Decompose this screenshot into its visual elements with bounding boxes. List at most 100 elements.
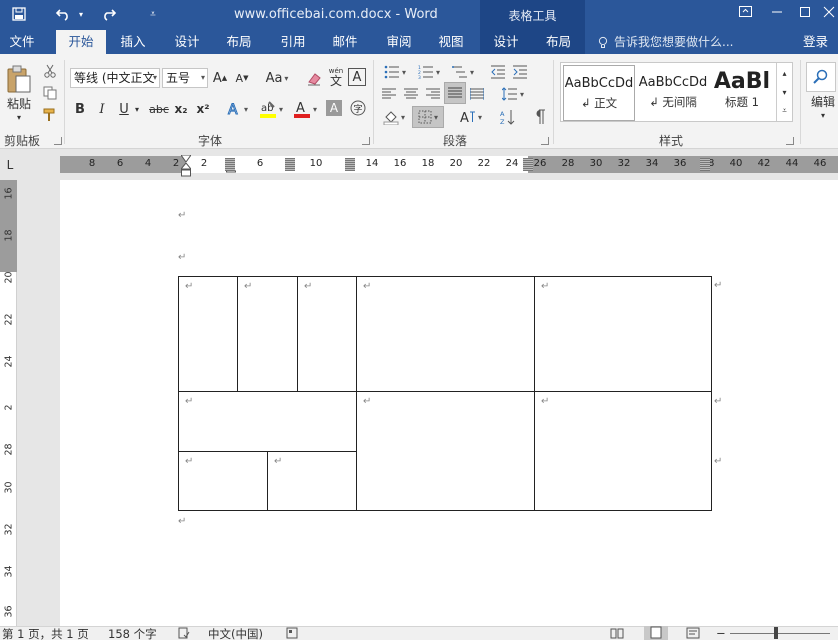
column-marker[interactable] [345,158,355,171]
font-color-icon[interactable]: A ▾ [290,98,320,120]
shrink-font-icon[interactable]: A ▼ [234,68,250,88]
subscript-button[interactable]: x₂ [172,100,190,118]
tab-home[interactable]: 开始 [56,30,106,54]
font-name-combo[interactable]: 等线 (中文正文 ▾ [70,68,160,88]
font-size-combo[interactable]: 五号 ▾ [162,68,208,88]
italic-button[interactable]: I [94,100,110,118]
tab-insert[interactable]: 插入 [110,30,156,54]
tab-references[interactable]: 引用 [270,30,316,54]
column-marker[interactable] [225,158,235,171]
styles-more-icon[interactable]: ⩡ [776,101,792,121]
show-formatting-marks-icon[interactable] [530,106,550,128]
change-case-button[interactable]: Aa ▾ [262,68,292,88]
tab-layout[interactable]: 布局 [216,30,262,54]
column-marker[interactable] [285,158,295,171]
style-normal[interactable]: AaBbCcDd ↲ 正文 [563,65,635,121]
paragraph-launcher-icon[interactable] [541,137,549,145]
paste-icon[interactable] [4,62,34,96]
undo-icon[interactable] [52,3,74,25]
document-table[interactable]: ↵ ↵ ↵ ↵ ↵ ↵ ↵ ↵ ↵ ↵ [178,276,712,511]
increase-indent-icon[interactable] [510,62,530,82]
zoom-slider-thumb[interactable] [774,627,778,639]
tab-table-layout[interactable]: 布局 [532,30,585,54]
table-cell[interactable]: ↵ [356,276,535,392]
paste-label[interactable]: 粘贴 [4,96,34,111]
table-cell[interactable]: ↵ [356,391,535,511]
tell-me-search[interactable]: 告诉我您想要做什么... [614,30,733,54]
superscript-button[interactable]: x² [194,100,212,118]
editing-label[interactable]: 编辑 [806,94,838,109]
vertical-ruler[interactable]: 16 18 20 22 24 2 28 30 32 34 36 [0,180,17,640]
undo-dropdown-icon[interactable]: ▾ [76,3,86,25]
web-layout-icon[interactable] [686,627,700,640]
macro-record-icon[interactable] [286,627,298,640]
decrease-indent-icon[interactable] [488,62,508,82]
tab-selector[interactable]: L [0,155,20,175]
underline-button[interactable]: U [116,100,132,118]
page-count[interactable]: 第 1 页，共 1 页 [2,626,89,640]
hanging-indent-marker[interactable] [179,162,193,177]
tab-mailings[interactable]: 邮件 [322,30,368,54]
highlight-color-icon[interactable]: ab ▾ [256,98,286,120]
table-cell[interactable]: ↵ [237,276,298,392]
table-cell[interactable]: ↵ [534,391,712,511]
ribbon-display-options-icon[interactable] [738,6,752,20]
minimize-icon[interactable] [770,6,784,20]
column-marker[interactable] [700,158,710,171]
tab-review[interactable]: 审阅 [376,30,422,54]
align-left-icon[interactable] [380,84,398,104]
tab-table-design[interactable]: 设计 [480,30,532,54]
table-cell[interactable]: ↵ [178,276,238,392]
clear-formatting-icon[interactable] [304,68,324,88]
zoom-slider[interactable] [730,633,830,634]
word-count[interactable]: 158 个字 [108,626,157,640]
justify-icon[interactable] [444,82,466,104]
horizontal-ruler[interactable]: 8642261014161820222426283032343638404244… [60,154,838,177]
bullets-icon[interactable]: ▾ [380,62,410,82]
zoom-out-button[interactable]: − [716,626,726,640]
tab-view[interactable]: 视图 [428,30,474,54]
table-cell[interactable]: ↵ [178,451,268,511]
character-shading-icon[interactable]: A [326,100,342,116]
bold-button[interactable]: B [72,100,88,118]
customize-toolbar-icon[interactable]: ⩡ [146,3,160,25]
shading-icon[interactable]: ▾ [380,106,408,128]
style-no-spacing[interactable]: AaBbCcDd ↲ 无间隔 [637,65,709,121]
read-mode-icon[interactable] [610,627,624,640]
language[interactable]: 中文(中国) [208,626,263,640]
column-marker[interactable] [523,158,533,171]
multilevel-list-icon[interactable]: ▾ [448,62,478,82]
table-cell[interactable]: ↵ [297,276,357,392]
document-page[interactable]: ↵ ↵ ↵ ↵ ↵ ↵ ↵ ↵ ↵ ↵ ↵ ↵ ↵ ↵ ↵ ↵ [60,180,838,626]
styles-scroll-down-icon[interactable]: ▾ [776,83,792,101]
login-button[interactable]: 登录 [803,30,828,54]
redo-icon[interactable] [98,3,120,25]
print-layout-icon[interactable] [644,626,668,640]
align-right-icon[interactable] [424,84,442,104]
line-spacing-icon[interactable]: ▾ [498,84,528,104]
numbering-icon[interactable]: 1 2 3 ▾ [414,62,444,82]
styles-scroll-up-icon[interactable]: ▴ [776,63,792,83]
table-cell[interactable]: ↵ [267,451,357,511]
find-icon[interactable] [806,62,836,92]
table-cell[interactable]: ↵ [178,391,357,452]
style-heading-1[interactable]: AaBl 标题 1 [711,65,773,121]
borders-icon[interactable]: ▾ [412,106,444,128]
format-painter-icon[interactable] [40,106,60,124]
underline-dropdown-icon[interactable]: ▾ [132,100,142,118]
tab-file[interactable]: 文件 [0,30,44,54]
styles-launcher-icon[interactable] [786,137,794,145]
strikethrough-button[interactable]: abc [148,100,170,118]
cut-icon[interactable] [40,62,60,80]
clipboard-launcher-icon[interactable] [54,137,62,145]
editing-dropdown-icon[interactable]: ▾ [816,110,830,120]
proofing-icon[interactable] [178,627,190,640]
sort-icon[interactable]: AZ [498,106,518,128]
enclose-characters-icon[interactable]: 字 [348,98,368,118]
tab-design[interactable]: 设计 [164,30,210,54]
chinese-layout-icon[interactable]: A ▾ [456,106,486,128]
copy-icon[interactable] [40,84,60,102]
phonetic-guide-button[interactable]: wén 文 [326,66,346,88]
font-launcher-icon[interactable] [362,137,370,145]
text-effects-icon[interactable]: A ▾ [224,100,250,118]
